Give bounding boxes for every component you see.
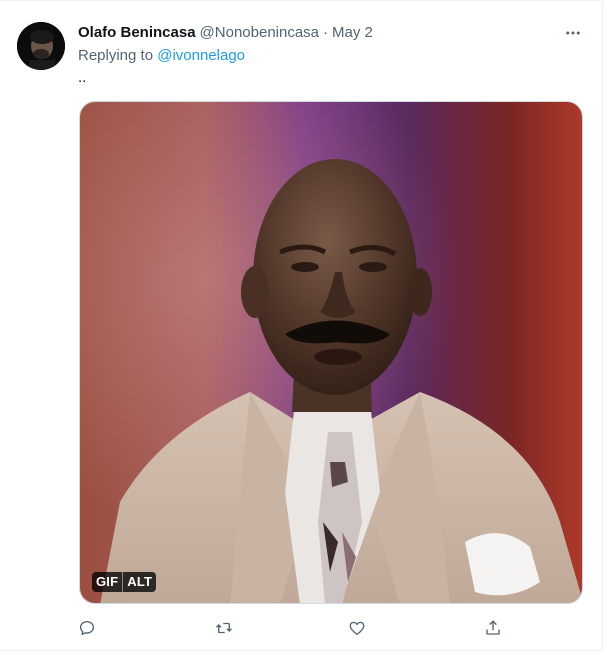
retweet-icon	[216, 622, 232, 634]
reply-button[interactable]	[76, 617, 98, 639]
share-icon	[486, 620, 500, 635]
more-options-button[interactable]	[560, 21, 586, 45]
tweet-media-gif[interactable]: GIF ALT	[79, 101, 583, 604]
tweet-text: ..	[78, 69, 87, 86]
separator-dot: ·	[323, 24, 329, 41]
media-badges: GIF ALT	[92, 572, 157, 592]
heart-icon	[349, 621, 365, 636]
alt-text-badge[interactable]: ALT	[122, 572, 157, 592]
tweet-header: Olafo Benincasa @Nonobenincasa · May 2	[78, 23, 373, 43]
like-button[interactable]	[346, 617, 368, 639]
reply-icon	[79, 620, 95, 636]
author-name[interactable]: Olafo Benincasa	[78, 23, 196, 43]
avatar-image	[17, 22, 65, 70]
gif-badge: GIF	[92, 572, 123, 592]
tweet-date[interactable]: May 2	[332, 23, 373, 43]
retweet-button[interactable]	[213, 617, 235, 639]
more-icon	[566, 31, 580, 35]
gif-still-image	[80, 102, 582, 603]
avatar[interactable]	[17, 22, 65, 70]
share-button[interactable]	[482, 617, 504, 639]
tweet[interactable]: Olafo Benincasa @Nonobenincasa · May 2 R…	[0, 0, 603, 651]
tweet-actions	[0, 617, 603, 639]
replying-to-prefix: Replying to	[78, 47, 158, 64]
replying-to-mention[interactable]: @ivonnelago	[157, 47, 245, 64]
author-handle[interactable]: @Nonobenincasa	[200, 23, 319, 43]
replying-to: Replying to @ivonnelago	[78, 46, 245, 66]
